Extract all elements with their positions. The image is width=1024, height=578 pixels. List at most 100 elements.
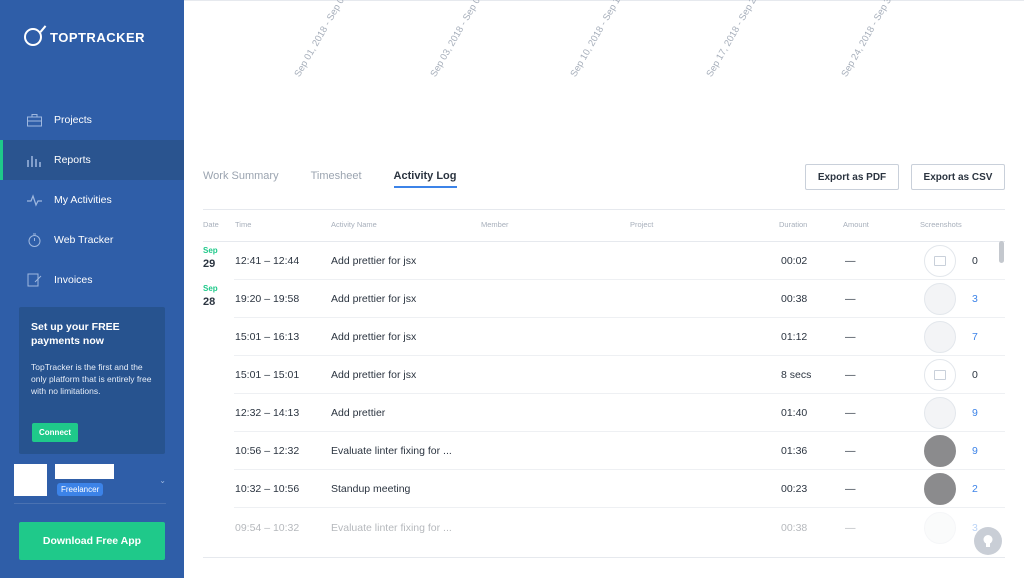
screenshot-thumbnail[interactable] (924, 435, 956, 467)
row-time: 09:54 – 10:32 (235, 522, 300, 534)
stopwatch-logo-icon (24, 28, 42, 46)
row-date-day: 29 (203, 258, 216, 270)
row-time: 15:01 – 16:13 (235, 331, 300, 343)
table-row[interactable]: 15:01 – 15:01 Add prettier for jsx 8 sec… (184, 356, 1024, 394)
row-date: Sep 28 (203, 284, 218, 308)
screenshot-count-link[interactable]: 3 (972, 293, 978, 305)
tab-activity-log[interactable]: Activity Log (393, 170, 457, 188)
sidebar-item-web-tracker[interactable]: Web Tracker (0, 220, 184, 260)
row-duration: 01:40 (781, 407, 808, 419)
row-amount: — (845, 369, 856, 381)
screenshot-thumbnail[interactable] (924, 321, 956, 353)
row-time: 15:01 – 15:01 (235, 369, 300, 381)
table-scrollbar[interactable] (999, 241, 1004, 263)
row-date-day: 28 (203, 296, 216, 308)
column-header-screenshots[interactable]: Screenshots (920, 220, 962, 229)
row-amount: — (845, 331, 856, 343)
stopwatch-icon (26, 233, 42, 247)
row-amount: — (845, 407, 856, 419)
screenshot-placeholder-icon[interactable] (924, 359, 956, 391)
download-app-button[interactable]: Download Free App (19, 522, 165, 560)
sidebar-item-reports[interactable]: Reports (0, 140, 184, 180)
avatar (14, 464, 47, 496)
sidebar-item-label: My Activities (54, 194, 112, 206)
row-duration: 01:12 (781, 331, 808, 343)
divider (14, 503, 166, 504)
table-row[interactable]: 10:32 – 10:56 Standup meeting 00:23 — 2 (184, 470, 1024, 508)
table-row[interactable]: 12:32 – 14:13 Add prettier 01:40 — 9 (184, 394, 1024, 432)
screenshot-thumbnail[interactable] (924, 473, 956, 505)
payments-promo: Set up your FREE payments now TopTracker… (19, 307, 165, 454)
row-time: 12:32 – 14:13 (235, 407, 300, 419)
row-activity: Add prettier for jsx (331, 255, 417, 267)
row-activity: Add prettier (331, 407, 386, 419)
row-duration: 00:38 (781, 293, 808, 305)
row-amount: — (845, 255, 856, 267)
lightbulb-icon (983, 534, 993, 547)
tab-timesheet[interactable]: Timesheet (311, 170, 362, 188)
timeline-date-label: Sep 17, 2018 - Sep 2 (704, 0, 759, 79)
user-menu[interactable]: Freelancer ⌄ (14, 463, 166, 503)
table-row[interactable]: 09:54 – 10:32 Evaluate linter fixing for… (184, 509, 1024, 547)
sidebar-item-my-activities[interactable]: My Activities (0, 180, 184, 220)
sidebar-item-label: Projects (54, 114, 92, 126)
screenshot-count: 0 (972, 255, 978, 267)
tab-work-summary[interactable]: Work Summary (203, 170, 279, 188)
logo-text: TOPTRACKER (50, 29, 146, 45)
screenshot-count-link[interactable]: 9 (972, 407, 978, 419)
row-amount: — (845, 293, 856, 305)
row-time: 10:56 – 12:32 (235, 445, 300, 457)
table-row[interactable]: 15:01 – 16:13 Add prettier for jsx 01:12… (184, 318, 1024, 356)
column-header-date[interactable]: Date (203, 220, 219, 229)
role-badge: Freelancer (57, 483, 104, 496)
screenshot-placeholder-icon[interactable] (924, 245, 956, 277)
timeline-date-label: Sep 10, 2018 - Sep 1 (568, 0, 623, 79)
screenshot-thumbnail[interactable] (924, 512, 956, 544)
connect-button[interactable]: Connect (32, 423, 78, 442)
promo-body: TopTracker is the first and the only pla… (31, 362, 152, 396)
column-header-time[interactable]: Time (235, 220, 251, 229)
export-csv-button[interactable]: Export as CSV (911, 164, 1005, 190)
screenshot-thumbnail[interactable] (924, 283, 956, 315)
row-date: Sep 29 (203, 246, 218, 270)
main-content: Sep 01, 2018 - Sep 0 Sep 03, 2018 - Sep … (184, 0, 1024, 578)
promo-title: Set up your FREE payments now (31, 321, 120, 347)
chevron-down-icon[interactable]: ⌄ (159, 476, 166, 485)
divider (184, 0, 1024, 1)
invoice-icon (26, 273, 42, 287)
screenshot-count-link[interactable]: 7 (972, 331, 978, 343)
sidebar-nav: Projects Reports My Activities Web Track… (0, 100, 184, 300)
row-activity: Add prettier for jsx (331, 331, 417, 343)
row-duration: 00:02 (781, 255, 808, 267)
timeline-date-label: Sep 03, 2018 - Sep 0 (428, 0, 483, 79)
table-row[interactable]: Sep 28 19:20 – 19:58 Add prettier for js… (184, 280, 1024, 318)
report-tabs: Work Summary Timesheet Activity Log (203, 170, 489, 188)
row-date-month: Sep (203, 284, 218, 293)
help-lightbulb-button[interactable] (974, 527, 1002, 555)
row-activity: Standup meeting (331, 483, 411, 495)
row-activity: Add prettier for jsx (331, 293, 417, 305)
bar-chart-icon (26, 153, 42, 167)
column-header-project[interactable]: Project (630, 220, 653, 229)
screenshot-count-link[interactable]: 9 (972, 445, 978, 457)
table-row[interactable]: Sep 29 12:41 – 12:44 Add prettier for js… (184, 242, 1024, 280)
sidebar-item-invoices[interactable]: Invoices (0, 260, 184, 300)
export-pdf-button[interactable]: Export as PDF (805, 164, 899, 190)
sidebar-item-projects[interactable]: Projects (0, 100, 184, 140)
column-header-member[interactable]: Member (481, 220, 509, 229)
divider (203, 209, 1005, 210)
row-amount: — (845, 522, 856, 534)
row-amount: — (845, 445, 856, 457)
table-row[interactable]: 10:56 – 12:32 Evaluate linter fixing for… (184, 432, 1024, 470)
column-header-amount[interactable]: Amount (843, 220, 869, 229)
screenshot-thumbnail[interactable] (924, 397, 956, 429)
sidebar: TOPTRACKER Projects Reports My Activitie… (0, 0, 184, 578)
column-header-activity[interactable]: Activity Name (331, 220, 377, 229)
row-duration: 01:36 (781, 445, 808, 457)
row-activity: Evaluate linter fixing for ... (331, 522, 452, 534)
row-time: 10:32 – 10:56 (235, 483, 300, 495)
column-header-duration[interactable]: Duration (779, 220, 807, 229)
screenshot-count: 0 (972, 369, 978, 381)
logo[interactable]: TOPTRACKER (24, 28, 145, 46)
screenshot-count-link[interactable]: 2 (972, 483, 978, 495)
